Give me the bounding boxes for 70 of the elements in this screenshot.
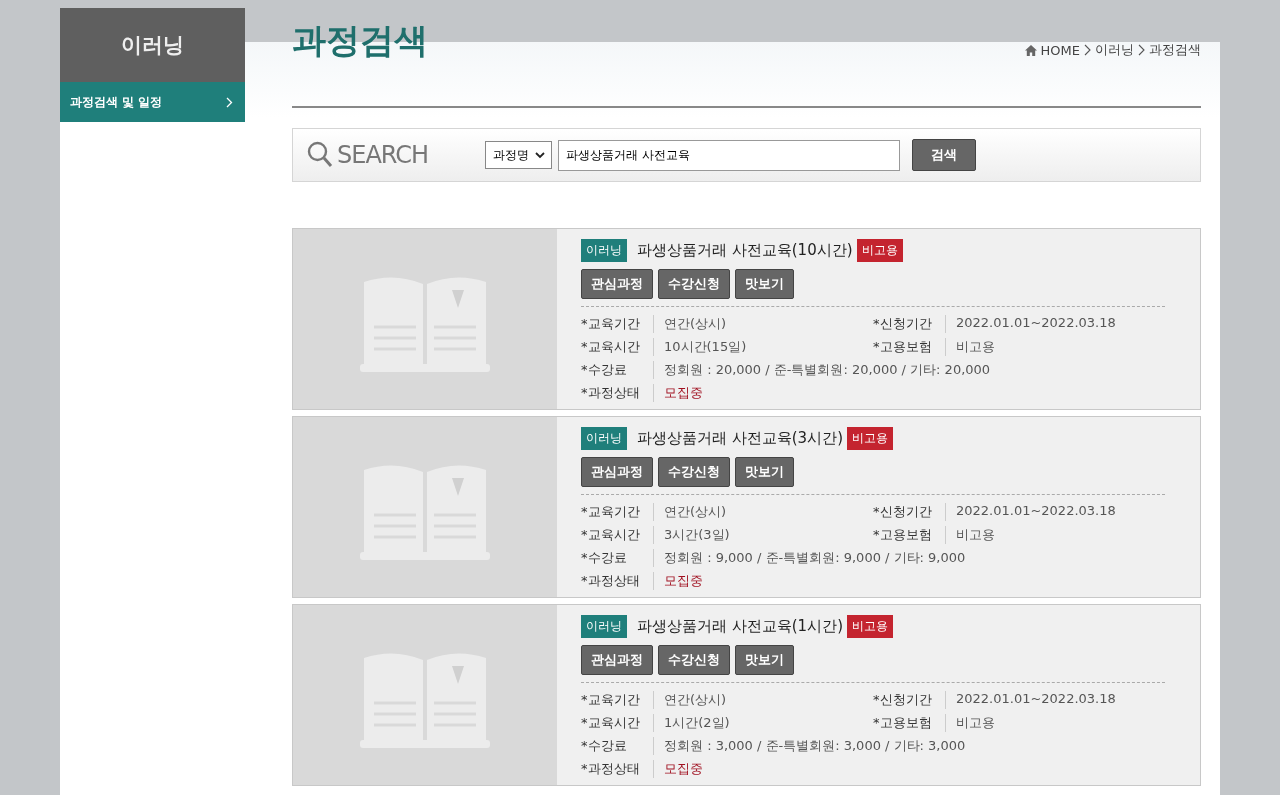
- field-value: 연간(상시): [664, 315, 727, 333]
- chevron-icon: [1084, 44, 1091, 56]
- insurance-tag: 비고용: [856, 239, 903, 262]
- sidebar-title: 이러닝: [60, 8, 245, 82]
- field-value: 연간(상시): [664, 503, 727, 521]
- field-label: *수강료: [581, 361, 654, 379]
- field-label: *교육시간: [581, 526, 654, 544]
- search-field[interactable]: 파생상품거래 사전교육: [558, 139, 900, 171]
- field-label: *고용보험: [873, 714, 946, 732]
- sidebar-item[interactable]: 과정검색 및 일정: [60, 82, 245, 122]
- course-action-button[interactable]: 수강신청: [658, 269, 730, 299]
- search-button[interactable]: 검색: [912, 139, 976, 171]
- field-value: 비고용: [956, 338, 995, 356]
- field-value: 연간(상시): [664, 691, 727, 709]
- field-value: 2022.01.01~2022.03.18: [956, 503, 1116, 520]
- field-value: 모집중: [664, 760, 703, 778]
- breadcrumb-link[interactable]: HOME: [1040, 42, 1080, 58]
- field-label: *교육시간: [581, 338, 654, 356]
- field-label: *고용보험: [873, 338, 946, 356]
- field-label: *수강료: [581, 549, 654, 567]
- insurance-tag: 비고용: [847, 615, 893, 638]
- field-value: 모집중: [664, 572, 703, 590]
- search-type-dropdown[interactable]: 과정명: [485, 141, 552, 169]
- course-action-button[interactable]: 관심과정: [581, 457, 653, 487]
- field-label: *교육기간: [581, 503, 654, 521]
- field-value: 정회원 : 3,000 / 준-특별회원: 3,000 / 기타: 3,000: [664, 737, 966, 755]
- search-label: SEARCH: [337, 141, 430, 169]
- field-value: 2022.01.01~2022.03.18: [956, 315, 1116, 332]
- field-label: *교육시간: [581, 714, 654, 732]
- course-title[interactable]: 파생상품거래 사전교육(3시간): [637, 429, 843, 448]
- breadcrumb-link[interactable]: 과정검색: [1149, 41, 1201, 59]
- chevron-icon: [226, 96, 233, 108]
- search-icon: [307, 141, 333, 169]
- field-label: *교육기간: [581, 315, 654, 333]
- category-tag: 이러닝: [581, 427, 627, 450]
- breadcrumb-link[interactable]: 이러닝: [1095, 41, 1134, 59]
- course-action-button[interactable]: 맛보기: [735, 645, 794, 675]
- field-label: *신청기간: [873, 503, 946, 521]
- field-value: 비고용: [956, 714, 995, 732]
- category-tag: 이러닝: [581, 239, 627, 262]
- field-label: *교육기간: [581, 691, 654, 709]
- field-value: 모집중: [664, 384, 703, 402]
- field-value: 2022.01.01~2022.03.18: [956, 691, 1116, 708]
- caret-icon: [535, 151, 545, 159]
- field-label: *수강료: [581, 737, 654, 755]
- course-action-button[interactable]: 맛보기: [735, 269, 794, 299]
- field-label: *신청기간: [873, 315, 946, 333]
- insurance-tag: 비고용: [847, 427, 893, 450]
- field-label: *고용보험: [873, 526, 946, 544]
- course-title[interactable]: 파생상품거래 사전교육(1시간): [637, 617, 843, 636]
- category-tag: 이러닝: [581, 615, 627, 638]
- course-action-button[interactable]: 맛보기: [735, 457, 794, 487]
- home-icon[interactable]: [1024, 44, 1037, 56]
- course-action-button[interactable]: 수강신청: [658, 457, 730, 487]
- field-value: 1시간(2일): [664, 714, 730, 732]
- field-label: *과정상태: [581, 572, 654, 590]
- chevron-icon: [1138, 44, 1145, 56]
- field-label: *과정상태: [581, 384, 654, 402]
- field-label: *신청기간: [873, 691, 946, 709]
- field-label: *과정상태: [581, 760, 654, 778]
- course-action-button[interactable]: 수강신청: [658, 645, 730, 675]
- page-title: 과정검색: [292, 19, 428, 62]
- field-value: 비고용: [956, 526, 995, 544]
- course-title[interactable]: 파생상품거래 사전교육(10시간): [637, 241, 853, 260]
- field-value: 정회원 : 20,000 / 준-특별회원: 20,000 / 기타: 20,000: [664, 361, 991, 379]
- course-action-button[interactable]: 관심과정: [581, 269, 653, 299]
- field-value: 정회원 : 9,000 / 준-특별회원: 9,000 / 기타: 9,000: [664, 549, 966, 567]
- field-value: 10시간(15일): [664, 338, 747, 356]
- field-value: 3시간(3일): [664, 526, 730, 544]
- course-action-button[interactable]: 관심과정: [581, 645, 653, 675]
